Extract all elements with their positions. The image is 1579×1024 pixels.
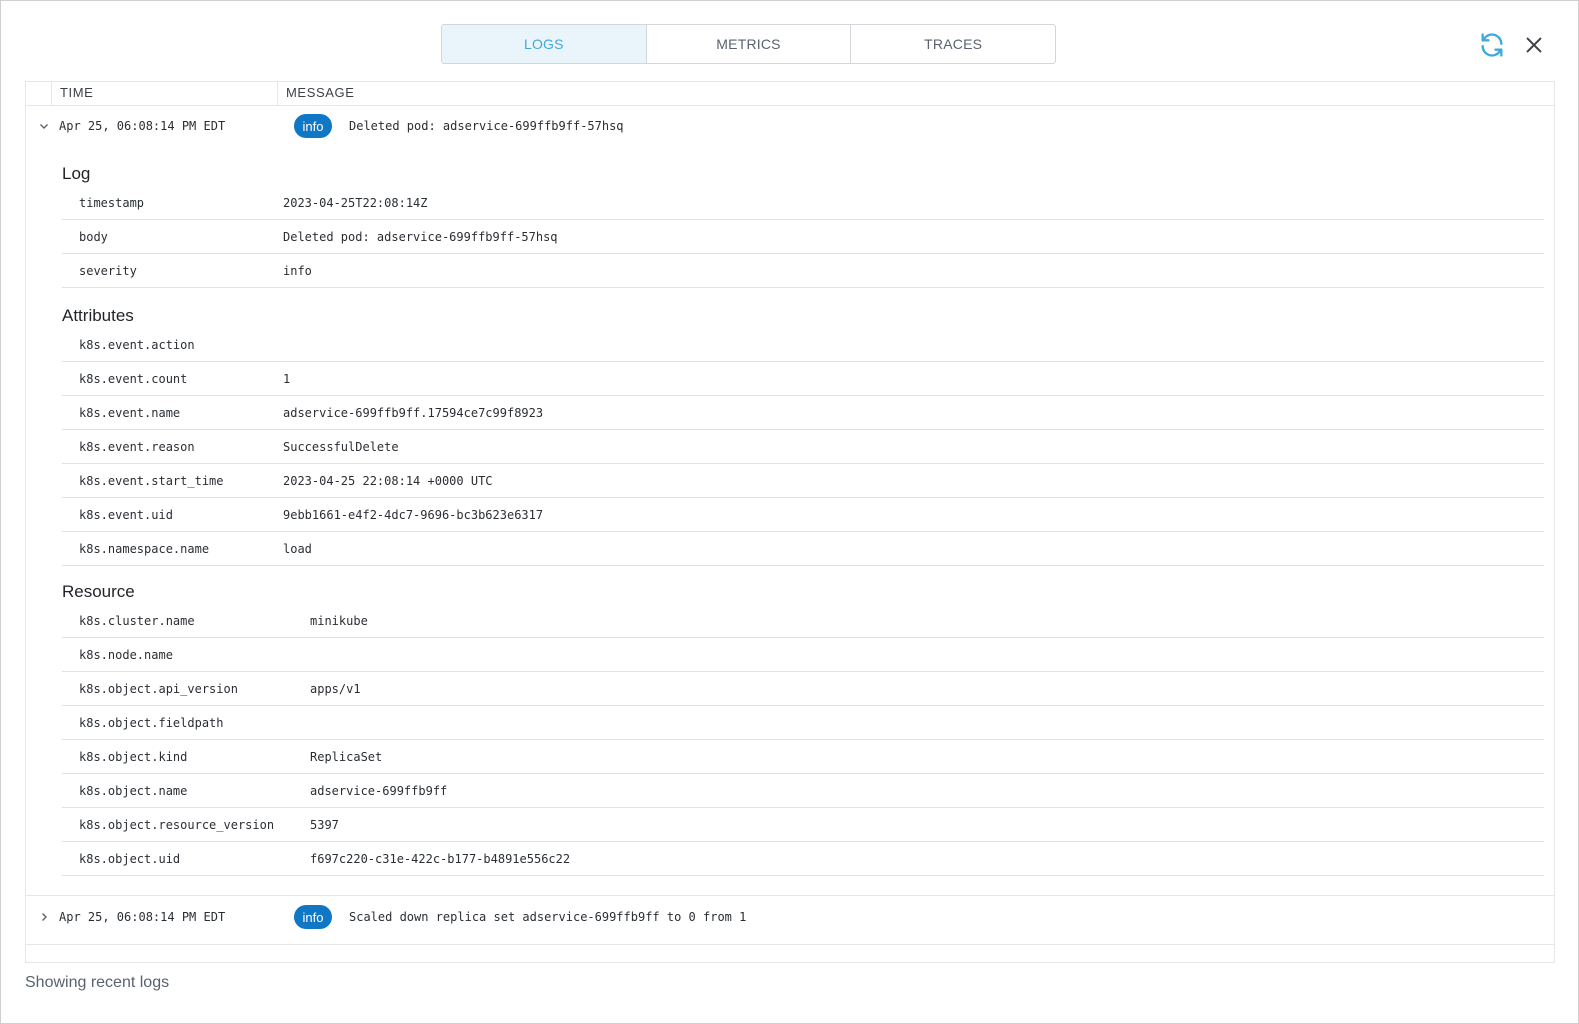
detail-row: k8s.object.name adservice-699ffb9ff — [62, 774, 1544, 808]
detail-row: k8s.cluster.name minikube — [62, 604, 1544, 638]
section-title-attributes: Attributes — [62, 306, 134, 325]
log-time: Apr 25, 06:08:14 PM EDT — [59, 119, 226, 133]
detail-key: body — [79, 230, 108, 244]
detail-key: k8s.event.count — [79, 372, 188, 386]
detail-value: SuccessfulDelete — [283, 440, 399, 454]
detail-key: k8s.node.name — [79, 648, 173, 662]
detail-row: body Deleted pod: adservice-699ffb9ff-57… — [62, 220, 1544, 254]
detail-value: adservice-699ffb9ff — [310, 784, 448, 798]
detail-value: f697c220-c31e-422c-b177-b4891e556c22 — [310, 852, 571, 866]
detail-value: ReplicaSet — [310, 750, 383, 764]
detail-row: severity info — [62, 254, 1544, 288]
detail-key: k8s.object.kind — [79, 750, 188, 764]
header-time: TIME — [52, 82, 278, 106]
logs-dialog: LOGS METRICS TRACES TIME MESSAGE Apr 25,… — [0, 0, 1579, 1024]
detail-row: k8s.event.uid 9ebb1661-e4f2-4dc7-9696-bc… — [62, 498, 1544, 532]
close-icon — [1526, 37, 1542, 53]
row-divider — [26, 944, 1554, 945]
detail-value: 2023-04-25 22:08:14 +0000 UTC — [283, 474, 493, 488]
detail-key: k8s.cluster.name — [79, 614, 195, 628]
detail-row: k8s.event.reason SuccessfulDelete — [62, 430, 1544, 464]
section-title-resource: Resource — [62, 582, 135, 601]
detail-key: k8s.object.api_version — [79, 682, 238, 696]
tab-metrics[interactable]: METRICS — [647, 25, 852, 63]
header-expander-cell — [26, 82, 52, 106]
detail-key: k8s.event.action — [79, 338, 195, 352]
detail-row: k8s.object.resource_version 5397 — [62, 808, 1544, 842]
footer-status: Showing recent logs — [25, 974, 170, 991]
detail-row: k8s.object.uid f697c220-c31e-422c-b177-b… — [62, 842, 1544, 876]
tab-logs[interactable]: LOGS — [442, 25, 647, 63]
close-button[interactable] — [1518, 29, 1550, 61]
detail-row: k8s.node.name — [62, 638, 1544, 672]
detail-value: Deleted pod: adservice-699ffb9ff-57hsq — [283, 230, 558, 244]
chevron-right-icon — [42, 913, 47, 921]
detail-key: k8s.object.uid — [79, 852, 181, 866]
table-header: TIME MESSAGE — [26, 82, 1554, 106]
detail-row: k8s.event.start_time 2023-04-25 22:08:14… — [62, 464, 1544, 498]
log-row[interactable]: Apr 25, 06:08:14 PM EDT info Scaled down… — [26, 897, 1554, 937]
detail-key: k8s.object.fieldpath — [79, 716, 224, 730]
detail-row: k8s.object.kind ReplicaSet — [62, 740, 1544, 774]
detail-key: k8s.event.start_time — [79, 474, 224, 488]
detail-value: adservice-699ffb9ff.17594ce7c99f8923 — [283, 406, 544, 420]
severity-badge: info — [294, 114, 332, 138]
refresh-icon — [1481, 33, 1503, 57]
log-row[interactable]: Apr 25, 06:08:14 PM EDT info Deleted pod… — [26, 106, 1554, 146]
chevron-down-icon — [40, 124, 48, 129]
severity-badge: info — [294, 905, 332, 929]
detail-value: apps/v1 — [310, 682, 361, 696]
detail-key: k8s.object.resource_version — [79, 818, 275, 832]
logs-table: TIME MESSAGE Apr 25, 06:08:14 PM EDT inf… — [25, 81, 1555, 963]
detail-key: k8s.event.uid — [79, 508, 173, 522]
refresh-button[interactable] — [1476, 29, 1508, 61]
detail-row: timestamp 2023-04-25T22:08:14Z — [62, 186, 1544, 220]
section-title-log: Log — [62, 164, 91, 183]
detail-value: 5397 — [310, 818, 339, 832]
detail-row: k8s.object.fieldpath — [62, 706, 1544, 740]
expand-toggle[interactable] — [36, 118, 52, 134]
detail-key: severity — [79, 264, 137, 278]
detail-key: k8s.namespace.name — [79, 542, 210, 556]
detail-value: 9ebb1661-e4f2-4dc7-9696-bc3b623e6317 — [283, 508, 544, 522]
header-message: MESSAGE — [286, 85, 355, 100]
detail-key: k8s.object.name — [79, 784, 188, 798]
expand-toggle[interactable] — [36, 909, 52, 925]
tab-traces[interactable]: TRACES — [851, 25, 1055, 63]
detail-row: k8s.namespace.name load — [62, 532, 1544, 566]
detail-key: timestamp — [79, 196, 145, 210]
detail-value: info — [283, 264, 312, 278]
log-message: Deleted pod: adservice-699ffb9ff-57hsq — [349, 119, 624, 133]
detail-value: 2023-04-25T22:08:14Z — [283, 196, 428, 210]
detail-row: k8s.event.action — [62, 328, 1544, 362]
row-divider — [26, 895, 1554, 896]
tab-bar: LOGS METRICS TRACES — [441, 24, 1056, 64]
detail-key: k8s.event.name — [79, 406, 181, 420]
log-message: Scaled down replica set adservice-699ffb… — [349, 910, 747, 924]
detail-row: k8s.event.name adservice-699ffb9ff.17594… — [62, 396, 1544, 430]
log-time: Apr 25, 06:08:14 PM EDT — [59, 910, 226, 924]
detail-row: k8s.object.api_version apps/v1 — [62, 672, 1544, 706]
detail-value: load — [283, 542, 312, 556]
detail-key: k8s.event.reason — [79, 440, 195, 454]
detail-row: k8s.event.count 1 — [62, 362, 1544, 396]
detail-value: 1 — [283, 372, 291, 386]
detail-value: minikube — [310, 614, 368, 628]
